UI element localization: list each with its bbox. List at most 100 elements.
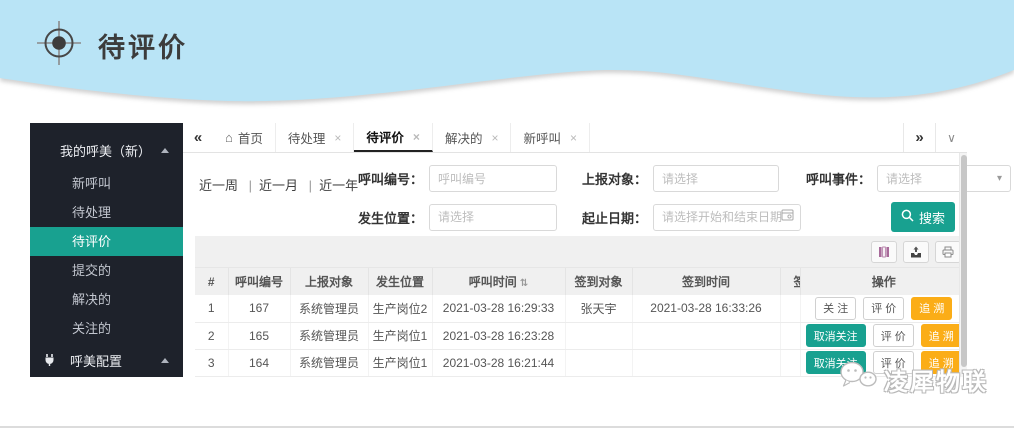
cell-clipped [780,322,800,349]
sidebar: 我的呼美（新） 新呼叫 待处理 待评价 提交的 解决的 关注的 呼美配置 [30,123,183,377]
cell-sign-time [632,349,780,376]
cell-call-time: 2021-03-28 16:23:28 [432,322,565,349]
location-input[interactable] [429,204,557,231]
trace-button[interactable]: 追 溯 [911,297,952,320]
evaluate-button[interactable]: 评 价 [873,324,914,347]
caret-up-icon [161,358,169,363]
close-icon[interactable]: × [491,131,498,145]
unfollow-button[interactable]: 取消关注 [806,324,866,347]
caret-up-icon [161,148,169,153]
cell-index: 2 [195,322,228,349]
tab-resolved[interactable]: 解决的 × [433,123,512,152]
cell-call-time: 2021-03-28 16:21:44 [432,349,565,376]
sidebar-item-pending[interactable]: 待处理 [30,198,183,227]
col-actions: 操作 [800,268,967,295]
call-no-label: 呼叫编号： [347,169,423,188]
date-range-input[interactable] [653,204,801,231]
vertical-scrollbar[interactable] [959,153,967,377]
brand-name: 凌犀物联 [884,362,988,397]
evaluate-button[interactable]: 评 价 [863,297,904,320]
search-button[interactable]: 搜索 [891,202,955,232]
trace-button[interactable]: 追 溯 [921,324,962,347]
close-icon[interactable]: × [570,131,577,145]
tab-pending[interactable]: 待处理 × [276,123,355,152]
cell-index: 1 [195,295,228,322]
range-last-year[interactable]: 近一年 [302,178,358,193]
tab-label: 待评价 [366,127,404,146]
call-event-select[interactable] [877,165,1011,192]
column-settings-icon[interactable] [871,241,897,263]
cell-call-no: 164 [228,349,290,376]
location-label: 发生位置： [347,208,423,227]
tab-bar-controls: » ∨ [903,123,967,152]
close-icon[interactable]: × [334,131,341,145]
sidebar-group-my-humei[interactable]: 我的呼美（新） [30,131,183,169]
sidebar-group-humei-config[interactable]: 呼美配置 [30,343,183,377]
tab-label: 解决的 [445,128,483,147]
sidebar-item-new-call[interactable]: 新呼叫 [30,169,183,198]
table-row: 2 165 系统管理员 生产岗位1 2021-03-28 16:23:28 取消… [195,322,967,349]
cell-sign-target: 张天宇 [565,295,632,322]
range-last-week[interactable]: 近一周 [199,178,238,193]
col-call-no: 呼叫编号 [228,268,290,295]
page: 待评价 我的呼美（新） 新呼叫 待处理 待评价 提交的 解决的 关注的 [0,0,1014,428]
sidebar-item-to-evaluate[interactable]: 待评价 [30,227,183,256]
page-title: 待评价 [98,26,188,65]
cell-location: 生产岗位1 [368,322,432,349]
close-icon[interactable]: × [413,130,420,144]
col-sign-target: 签到对象 [565,268,632,295]
home-icon: ⌂ [225,130,233,145]
filter-panel: 近一周 近一月 近一年 呼叫编号： 上报对象： 呼叫事件： ▾ [183,153,967,236]
cell-clipped [780,349,800,376]
brand-watermark: 凌犀物联 [839,360,988,399]
scrollbar-thumb[interactable] [961,155,967,367]
sort-icon[interactable]: ⇅ [520,278,528,289]
follow-button[interactable]: 关 注 [815,297,856,320]
call-no-input[interactable] [429,165,557,192]
col-index: # [195,268,228,295]
cell-location: 生产岗位2 [368,295,432,322]
report-target-label: 上报对象： [563,169,647,188]
tab-new-call[interactable]: 新呼叫 × [511,123,590,152]
search-icon [901,209,914,225]
app-window: 我的呼美（新） 新呼叫 待处理 待评价 提交的 解决的 关注的 呼美配置 [30,123,967,377]
cell-index: 3 [195,349,228,376]
tab-home[interactable]: ⌂ 首页 [213,123,276,152]
col-clipped: 签 [780,268,800,295]
table-row: 1 167 系统管理员 生产岗位2 2021-03-28 16:29:33 张天… [195,295,967,322]
table-toolbar [195,236,967,268]
sidebar-group-label: 我的呼美（新） [60,141,161,160]
cell-sign-time [632,322,780,349]
filter-row-2: 发生位置： 起止日期： [347,202,959,232]
cell-sign-time: 2021-03-28 16:33:26 [632,295,780,322]
page-header: 待评价 [36,20,188,71]
chat-bubbles-icon [839,360,879,399]
range-last-month[interactable]: 近一月 [242,178,298,193]
crosshair-target-icon [36,20,82,71]
col-call-time[interactable]: 呼叫时间⇅ [432,268,565,295]
filter-row-1: 呼叫编号： 上报对象： 呼叫事件： ▾ [347,165,959,192]
tab-bar: « ⌂ 首页 待处理 × 待评价 × 解决的 × 新呼叫 [183,123,967,153]
sidebar-item-followed[interactable]: 关注的 [30,314,183,343]
cell-location: 生产岗位1 [368,349,432,376]
tab-label: 待处理 [288,128,326,147]
export-icon[interactable] [903,241,929,263]
cell-sign-target [565,322,632,349]
print-icon[interactable] [935,241,961,263]
sidebar-group-label: 呼美配置 [70,351,148,370]
cell-actions: 关 注 评 价 追 溯 [800,295,967,322]
report-target-input[interactable] [653,165,779,192]
search-button-label: 搜索 [919,208,945,227]
tabs-menu-chevron-down-icon[interactable]: ∨ [935,123,967,152]
cell-actions: 取消关注 评 价 追 溯 [800,322,967,349]
tab-label: 首页 [238,128,263,147]
sidebar-item-submitted[interactable]: 提交的 [30,256,183,285]
content-area: « ⌂ 首页 待处理 × 待评价 × 解决的 × 新呼叫 [183,123,967,377]
cell-reporter: 系统管理员 [290,349,368,376]
tab-to-evaluate[interactable]: 待评价 × [354,123,433,152]
tabs-expand-button[interactable]: » [903,123,935,152]
tabs-collapse-button[interactable]: « [183,123,213,152]
sidebar-item-resolved[interactable]: 解决的 [30,285,183,314]
col-reporter: 上报对象 [290,268,368,295]
filter-form: 呼叫编号： 上报对象： 呼叫事件： ▾ 发生位置： 起止日期： [347,165,959,232]
